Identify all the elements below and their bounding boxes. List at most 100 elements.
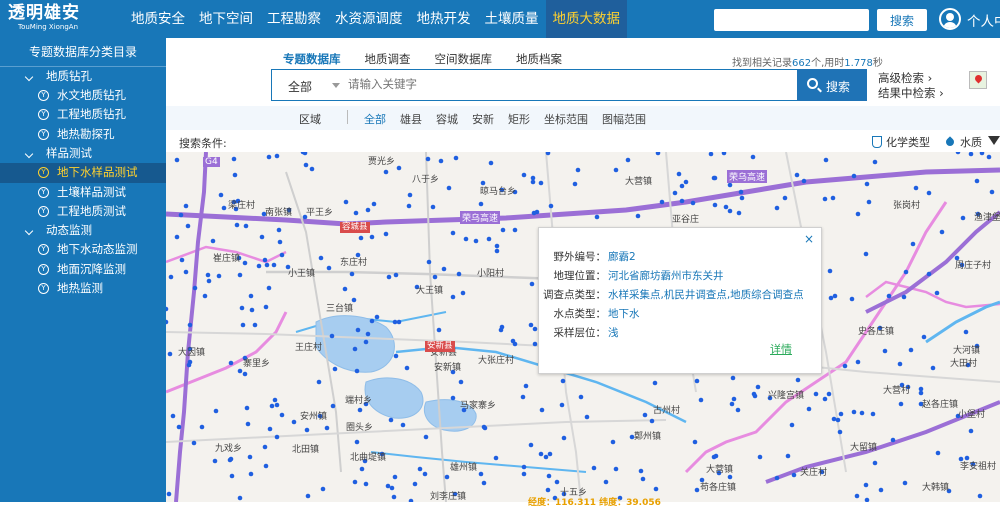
sample-point[interactable]	[369, 234, 375, 240]
sample-point[interactable]	[890, 437, 896, 443]
region-filter-option[interactable]: 矩形	[508, 111, 530, 127]
sample-point[interactable]	[813, 391, 819, 397]
chevron-down-icon[interactable]	[332, 83, 340, 88]
sample-point[interactable]	[244, 405, 250, 411]
sample-point[interactable]	[202, 293, 208, 299]
sample-point[interactable]	[247, 454, 253, 460]
sample-point[interactable]	[521, 471, 527, 477]
sample-point[interactable]	[594, 214, 600, 220]
sample-point[interactable]	[921, 334, 927, 340]
sample-point[interactable]	[635, 213, 641, 219]
sample-point[interactable]	[191, 440, 197, 446]
sample-point[interactable]	[291, 419, 297, 425]
sample-point[interactable]	[352, 346, 358, 352]
chemistry-type-button[interactable]: 化学类型	[872, 134, 930, 150]
sample-point[interactable]	[521, 464, 527, 470]
sample-point[interactable]	[388, 417, 394, 423]
sample-point[interactable]	[396, 165, 402, 171]
sample-point[interactable]	[170, 413, 176, 419]
sample-point[interactable]	[262, 444, 268, 450]
sample-point[interactable]	[939, 229, 945, 235]
sample-point[interactable]	[545, 487, 551, 493]
user-center-link[interactable]: 个人中	[967, 10, 1000, 30]
sample-point[interactable]	[791, 472, 797, 478]
sample-point[interactable]	[755, 384, 761, 390]
sample-point[interactable]	[882, 348, 888, 354]
sample-point[interactable]	[838, 411, 844, 417]
sample-point[interactable]	[242, 371, 248, 377]
sidebar-item[interactable]: Y 地面沉降监测	[0, 260, 166, 279]
sample-point[interactable]	[757, 454, 763, 460]
sample-point[interactable]	[930, 365, 936, 371]
region-filter-option[interactable]: 图幅范围	[602, 111, 646, 127]
sample-point[interactable]	[694, 487, 700, 493]
sample-point[interactable]	[342, 286, 348, 292]
sample-point[interactable]	[355, 327, 361, 333]
region-filter-option[interactable]: 雄县	[400, 111, 422, 127]
sample-point[interactable]	[176, 424, 182, 430]
sample-point[interactable]	[304, 427, 310, 433]
sample-point[interactable]	[510, 338, 516, 344]
sample-point[interactable]	[910, 241, 916, 247]
sample-point[interactable]	[870, 411, 876, 417]
sidebar-group[interactable]: 地质钻孔	[0, 67, 166, 86]
sample-point[interactable]	[460, 290, 466, 296]
sample-point[interactable]	[854, 493, 860, 499]
sample-point[interactable]	[539, 407, 545, 413]
sample-point[interactable]	[453, 155, 459, 161]
sample-point[interactable]	[908, 347, 914, 353]
sample-point[interactable]	[610, 439, 616, 445]
sample-point[interactable]	[243, 223, 249, 229]
sample-point[interactable]	[187, 322, 193, 328]
sample-point[interactable]	[458, 379, 464, 385]
nav-item[interactable]: 工程勘察	[260, 0, 328, 38]
sample-point[interactable]	[795, 377, 801, 383]
sample-point[interactable]	[989, 189, 995, 195]
sample-point[interactable]	[918, 390, 924, 396]
tab[interactable]: 专题数据库	[283, 51, 341, 66]
sample-point[interactable]	[359, 466, 365, 472]
sample-point[interactable]	[166, 319, 169, 325]
sample-point[interactable]	[679, 183, 685, 189]
sample-point[interactable]	[659, 199, 665, 205]
filter-icon[interactable]	[988, 136, 1000, 145]
sample-point[interactable]	[229, 473, 235, 479]
sample-point[interactable]	[532, 326, 538, 332]
sample-point[interactable]	[277, 239, 283, 245]
sample-point[interactable]	[456, 271, 462, 277]
sample-point[interactable]	[955, 152, 961, 155]
sample-point[interactable]	[835, 417, 841, 423]
sample-point[interactable]	[276, 227, 282, 233]
sample-point[interactable]	[205, 272, 211, 278]
sidebar-group[interactable]: 动态监测	[0, 221, 166, 240]
sample-point[interactable]	[968, 428, 974, 434]
sample-point[interactable]	[256, 263, 262, 269]
sample-point[interactable]	[213, 408, 219, 414]
sample-point[interactable]	[444, 474, 450, 480]
sample-point[interactable]	[393, 272, 399, 278]
sample-point[interactable]	[174, 157, 180, 163]
sample-point[interactable]	[851, 409, 857, 415]
sample-point[interactable]	[974, 178, 980, 184]
sample-point[interactable]	[168, 274, 174, 280]
detail-link[interactable]: 详情	[770, 341, 792, 357]
sample-point[interactable]	[264, 262, 270, 268]
sample-point[interactable]	[625, 157, 631, 163]
sample-point[interactable]	[383, 231, 389, 237]
sample-point[interactable]	[855, 211, 861, 217]
sample-point[interactable]	[463, 236, 469, 242]
sample-point[interactable]	[231, 156, 237, 162]
sample-point[interactable]	[303, 162, 309, 168]
sample-point[interactable]	[739, 195, 745, 201]
sample-point[interactable]	[721, 152, 727, 156]
sample-point[interactable]	[279, 412, 285, 418]
sample-point[interactable]	[578, 394, 584, 400]
sample-point[interactable]	[530, 175, 536, 181]
sample-point[interactable]	[369, 318, 375, 324]
sample-point[interactable]	[389, 485, 395, 491]
sample-point[interactable]	[655, 152, 661, 156]
water-quality-button[interactable]: 水质	[944, 134, 982, 150]
sample-point[interactable]	[789, 422, 795, 428]
sample-point[interactable]	[179, 257, 185, 263]
sample-point[interactable]	[886, 293, 892, 299]
